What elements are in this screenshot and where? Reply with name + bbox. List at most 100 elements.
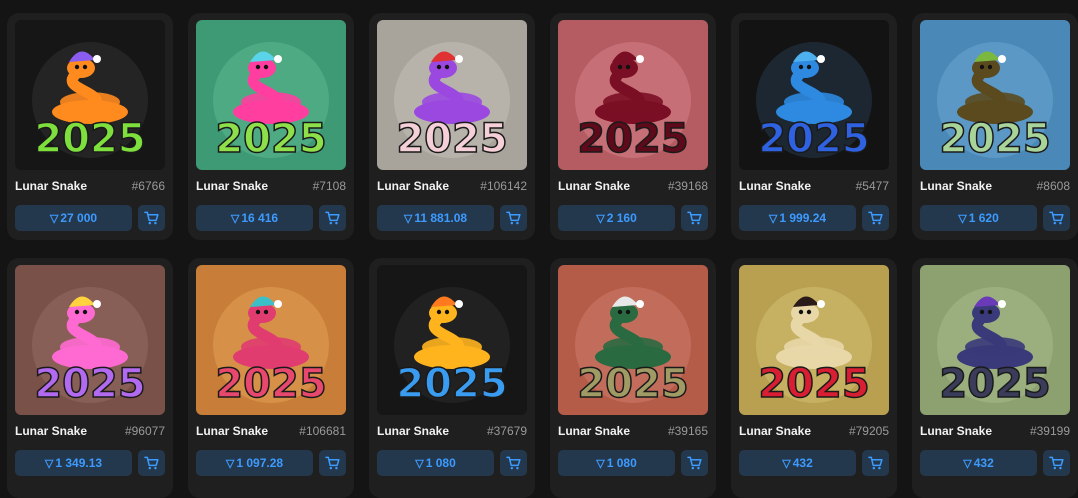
ton-icon: ▽ [782,457,791,470]
gift-name: Lunar Snake [196,424,269,438]
price-label: 1 620 [968,211,999,225]
gift-number: #106142 [480,179,527,193]
add-to-cart-button[interactable] [319,450,346,476]
gift-card[interactable]: 2025 Lunar Snake #39168 ▽ 2 160 [550,13,716,240]
add-to-cart-button[interactable] [1043,205,1070,231]
cart-icon [144,211,159,225]
add-to-cart-button[interactable] [681,450,708,476]
add-to-cart-button[interactable] [1043,450,1070,476]
gift-image[interactable]: 2025 [739,20,889,170]
gift-name: Lunar Snake [15,179,88,193]
ton-icon: ▽ [596,457,605,470]
gift-image[interactable]: 2025 [558,20,708,170]
buy-price-button[interactable]: ▽ 1 349.13 [15,450,132,476]
cart-icon [144,456,159,470]
gift-card[interactable]: 2025 Lunar Snake #106681 ▽ 1 097.28 [188,258,354,498]
ton-icon: ▽ [44,457,54,470]
svg-text:2025: 2025 [396,361,507,407]
price-label: 27 000 [60,211,98,225]
buy-price-button[interactable]: ▽ 27 000 [15,205,132,231]
ton-icon: ▽ [225,457,235,470]
buy-price-button[interactable]: ▽ 1 080 [377,450,494,476]
buy-price-button[interactable]: ▽ 1 620 [920,205,1037,231]
gift-image[interactable]: 2025 [196,20,346,170]
lunar-snake-artwork: 2025 [377,20,527,170]
gift-image[interactable]: 2025 [558,265,708,415]
buy-price-button[interactable]: ▽ 11 881.08 [377,205,494,231]
gift-image[interactable]: 2025 [377,20,527,170]
buy-price-button[interactable]: ▽ 1 999.24 [739,205,856,231]
price-label: 11 881.08 [414,211,468,225]
buy-price-button[interactable]: ▽ 2 160 [558,205,675,231]
svg-text:2025: 2025 [34,116,145,162]
buy-price-button[interactable]: ▽ 1 097.28 [196,450,313,476]
cart-icon [868,456,883,470]
buy-price-button[interactable]: ▽ 1 080 [558,450,675,476]
price-label: 1 097.28 [236,456,284,470]
add-to-cart-button[interactable] [862,450,889,476]
gift-card[interactable]: 2025 Lunar Snake #79205 ▽ 432 [731,258,897,498]
lunar-snake-artwork: 2025 [15,20,165,170]
gift-card[interactable]: 2025 Lunar Snake #6766 ▽ 27 000 [7,13,173,240]
cart-icon [325,456,340,470]
gift-number: #96077 [124,424,165,438]
price-label: 1 080 [425,456,456,470]
buy-price-button[interactable]: ▽ 432 [920,450,1037,476]
add-to-cart-button[interactable] [138,205,165,231]
price-label: 1 349.13 [55,456,103,470]
gift-name: Lunar Snake [196,179,269,193]
gift-number: #106681 [299,424,346,438]
gift-image[interactable]: 2025 [377,265,527,415]
svg-text:2025: 2025 [396,116,507,162]
gift-image[interactable]: 2025 [196,265,346,415]
price-label: 1 999.24 [779,211,827,225]
gift-image[interactable]: 2025 [920,265,1070,415]
gift-image[interactable]: 2025 [15,20,165,170]
gift-number: #5477 [855,179,889,193]
gift-card[interactable]: 2025 Lunar Snake #37679 ▽ 1 080 [369,258,535,498]
ton-icon: ▽ [958,212,967,225]
gift-card[interactable]: 2025 Lunar Snake #5477 ▽ 1 999.24 [731,13,897,240]
lunar-snake-artwork: 2025 [920,20,1070,170]
price-label: 2 160 [606,211,637,225]
svg-text:2025: 2025 [577,116,688,162]
gift-name: Lunar Snake [377,179,450,193]
add-to-cart-button[interactable] [500,450,527,476]
gift-image[interactable]: 2025 [739,265,889,415]
ton-icon: ▽ [415,457,424,470]
gift-name: Lunar Snake [15,424,88,438]
gift-card[interactable]: 2025 Lunar Snake #39199 ▽ 432 [912,258,1078,498]
gift-name: Lunar Snake [377,424,450,438]
gift-number: #8608 [1036,179,1070,193]
gift-name: Lunar Snake [739,424,812,438]
svg-text:2025: 2025 [939,116,1050,162]
ton-icon: ▽ [768,212,778,225]
add-to-cart-button[interactable] [138,450,165,476]
add-to-cart-button[interactable] [681,205,708,231]
gift-name: Lunar Snake [920,179,993,193]
cart-icon [687,456,702,470]
cart-icon [687,211,702,225]
lunar-snake-artwork: 2025 [739,20,889,170]
add-to-cart-button[interactable] [319,205,346,231]
gift-image[interactable]: 2025 [920,20,1070,170]
svg-text:2025: 2025 [577,361,688,407]
gift-card[interactable]: 2025 Lunar Snake #7108 ▽ 16 416 [188,13,354,240]
gift-image[interactable]: 2025 [15,265,165,415]
gift-card[interactable]: 2025 Lunar Snake #39165 ▽ 1 080 [550,258,716,498]
svg-text:2025: 2025 [34,361,145,407]
gift-card[interactable]: 2025 Lunar Snake #106142 ▽ 11 881.08 [369,13,535,240]
ton-icon: ▽ [403,212,413,225]
add-to-cart-button[interactable] [500,205,527,231]
add-to-cart-button[interactable] [862,205,889,231]
svg-text:2025: 2025 [215,116,326,162]
gift-number: #37679 [486,424,527,438]
gift-card[interactable]: 2025 Lunar Snake #96077 ▽ 1 349.13 [7,258,173,498]
lunar-snake-artwork: 2025 [196,20,346,170]
gift-card[interactable]: 2025 Lunar Snake #8608 ▽ 1 620 [912,13,1078,240]
price-label: 1 080 [606,456,637,470]
gift-name: Lunar Snake [558,179,631,193]
lunar-snake-artwork: 2025 [377,265,527,415]
buy-price-button[interactable]: ▽ 432 [739,450,856,476]
buy-price-button[interactable]: ▽ 16 416 [196,205,313,231]
